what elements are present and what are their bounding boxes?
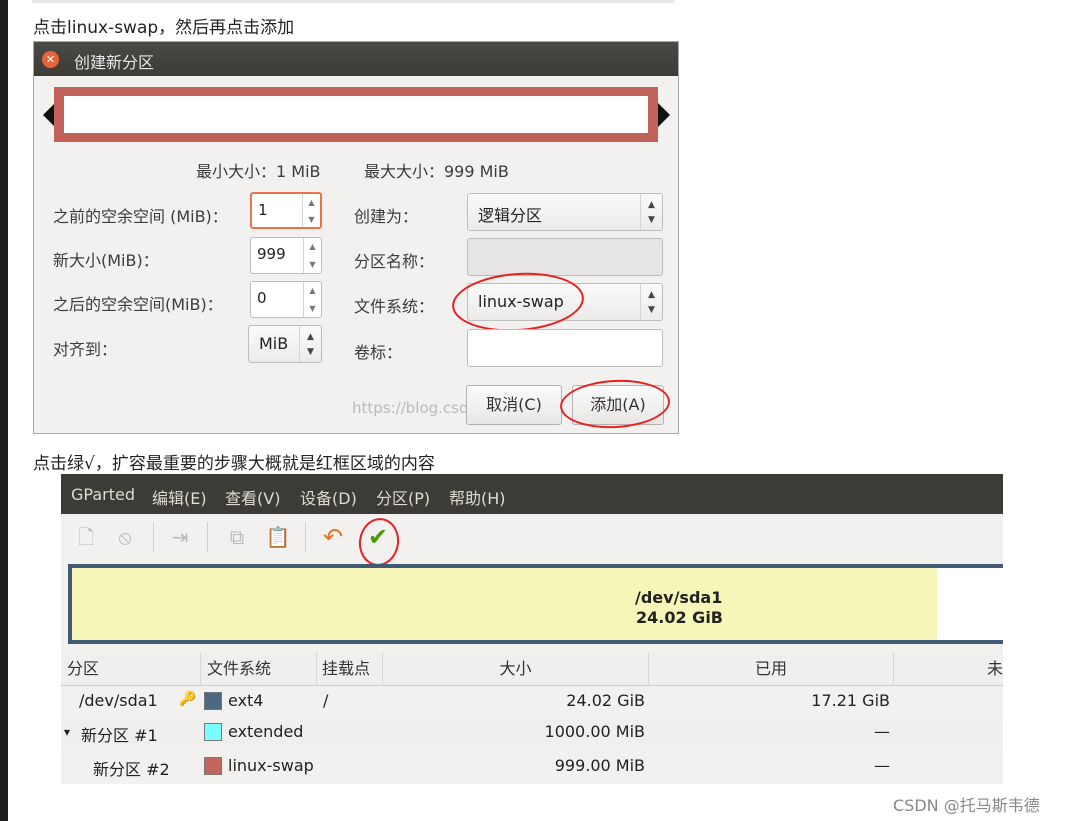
disk-segment-size: 24.02 GiB <box>636 608 723 627</box>
volume-label-label: 卷标： <box>354 343 403 362</box>
col-filesystem[interactable]: 文件系统 <box>201 652 317 686</box>
menu-edit[interactable]: 编辑(E) <box>152 485 207 509</box>
undo-icon[interactable]: ↶ <box>320 524 346 550</box>
table-row[interactable]: 新分区 #2 linux-swap 999.00 MiB — <box>61 751 1003 782</box>
row-mount: / <box>323 691 329 710</box>
row-partition: 新分区 #2 <box>93 760 170 779</box>
row-partition: 新分区 #1 <box>81 726 158 745</box>
row-filesystem: extended <box>228 722 304 741</box>
row-size: 999.00 MiB <box>554 756 645 775</box>
gparted-window: GParted 编辑(E) 查看(V) 设备(D) 分区(P) 帮助(H) 🗋 … <box>61 474 1003 784</box>
menu-device[interactable]: 设备(D) <box>300 485 357 509</box>
free-after-value: 0 <box>257 289 267 307</box>
chevron-updown-icon: ▲ ▼ <box>640 194 662 230</box>
csdn-author-watermark: CSDN @托马斯韦德 <box>893 796 1040 815</box>
free-after-spinner[interactable]: 0 ▲ ▼ <box>250 281 322 318</box>
caption-step-add: 点击linux-swap，然后再点击添加 <box>33 18 295 38</box>
top-divider <box>32 0 674 3</box>
col-partition[interactable]: 分区 <box>61 652 201 686</box>
fs-color-swatch <box>204 692 222 710</box>
disk-segment-new[interactable] <box>937 568 1003 640</box>
partition-name-input <box>467 238 663 276</box>
dialog-titlebar: ✕ 创建新分区 <box>34 42 678 76</box>
menu-bar: GParted 编辑(E) 查看(V) 设备(D) 分区(P) 帮助(H) <box>61 474 1003 514</box>
new-size-value: 999 <box>257 245 286 263</box>
fs-color-swatch <box>204 757 222 775</box>
menu-gparted[interactable]: GParted <box>71 485 135 504</box>
cancel-button[interactable]: 取消(C) <box>466 385 562 425</box>
partition-table-header: 分区 文件系统 挂载点 大小 已用 未 <box>61 652 1003 686</box>
table-row[interactable]: /dev/sda1 🔑 ext4 / 24.02 GiB 17.21 GiB <box>61 686 1003 717</box>
row-size: 24.02 GiB <box>566 691 645 710</box>
create-as-select[interactable]: 逻辑分区 ▲ ▼ <box>467 193 663 231</box>
resize-right-arrow-icon[interactable] <box>658 103 670 127</box>
partition-name-label: 分区名称： <box>354 252 435 271</box>
new-size-label: 新大小(MiB)： <box>53 251 159 270</box>
free-before-label: 之前的空余空间 (MiB)： <box>53 207 228 226</box>
copy-icon[interactable]: ⧉ <box>224 524 250 550</box>
caption-step-apply: 点击绿√，扩容最重要的步骤大概就是红框区域的内容 <box>33 454 435 474</box>
col-size[interactable]: 大小 <box>383 652 649 686</box>
col-used[interactable]: 已用 <box>649 652 894 686</box>
chevron-updown-icon: ▲ ▼ <box>299 326 321 362</box>
row-size: 1000.00 MiB <box>544 722 645 741</box>
disk-segment-sda1[interactable]: /dev/sda1 24.02 GiB <box>72 568 937 640</box>
align-to-value: MiB <box>259 334 289 353</box>
min-size-label: 最小大小：1 MiB <box>196 162 321 181</box>
delete-icon[interactable]: ⦸ <box>112 524 138 550</box>
paste-icon[interactable]: 📋 <box>265 524 291 550</box>
toolbar-separator <box>207 522 208 552</box>
col-mount[interactable]: 挂载点 <box>317 652 383 686</box>
new-partition-icon[interactable]: 🗋 <box>73 524 99 550</box>
volume-label-input[interactable] <box>467 329 663 367</box>
row-used: — <box>874 722 890 741</box>
toolbar <box>61 514 1003 558</box>
toolbar-separator <box>305 522 306 552</box>
new-size-spinner[interactable]: 999 ▲ ▼ <box>250 237 322 274</box>
fs-color-swatch <box>204 723 222 741</box>
free-before-value: 1 <box>258 201 268 219</box>
menu-partition[interactable]: 分区(P) <box>376 485 430 509</box>
file-system-label: 文件系统： <box>354 297 435 316</box>
resize-move-icon[interactable]: ⇥ <box>167 524 193 550</box>
menu-help[interactable]: 帮助(H) <box>449 485 506 509</box>
free-before-spinner[interactable]: 1 ▲ ▼ <box>250 192 322 229</box>
align-to-label: 对齐到： <box>53 340 118 359</box>
free-before-stepper[interactable]: ▲ ▼ <box>302 194 320 227</box>
row-used: — <box>874 756 890 775</box>
menu-view[interactable]: 查看(V) <box>225 485 280 509</box>
new-size-stepper[interactable]: ▲ ▼ <box>303 238 321 273</box>
chevron-updown-icon: ▲ ▼ <box>640 284 662 320</box>
row-used: 17.21 GiB <box>811 691 890 710</box>
table-row[interactable]: ▾ 新分区 #1 extended 1000.00 MiB — <box>61 717 1003 748</box>
create-as-value: 逻辑分区 <box>478 206 543 225</box>
row-filesystem: ext4 <box>228 691 264 710</box>
partition-map[interactable] <box>54 87 658 142</box>
expander-icon[interactable]: ▾ <box>64 725 70 739</box>
create-as-label: 创建为： <box>354 207 419 226</box>
partition-map-inner <box>64 96 648 133</box>
max-size-label: 最大大小：999 MiB <box>364 162 509 181</box>
key-icon: 🔑 <box>179 691 197 707</box>
col-unused[interactable]: 未 <box>894 652 1003 686</box>
row-filesystem: linux-swap <box>228 756 314 775</box>
free-after-label: 之后的空余空间(MiB)： <box>53 295 223 314</box>
dialog-title: 创建新分区 <box>74 53 155 72</box>
align-to-select[interactable]: MiB ▲ ▼ <box>248 325 322 363</box>
left-edge-strip <box>0 0 8 821</box>
file-system-highlight-circle <box>450 268 586 336</box>
create-partition-dialog: ✕ 创建新分区 最小大小：1 MiB 最大大小：999 MiB 之前的空余空间 … <box>33 41 679 434</box>
free-after-stepper[interactable]: ▲ ▼ <box>303 282 321 317</box>
row-partition: /dev/sda1 <box>79 691 158 710</box>
toolbar-separator <box>153 522 154 552</box>
disk-segment-name: /dev/sda1 <box>635 588 723 607</box>
close-icon[interactable]: ✕ <box>42 51 59 68</box>
disk-map: /dev/sda1 24.02 GiB <box>68 564 1003 644</box>
